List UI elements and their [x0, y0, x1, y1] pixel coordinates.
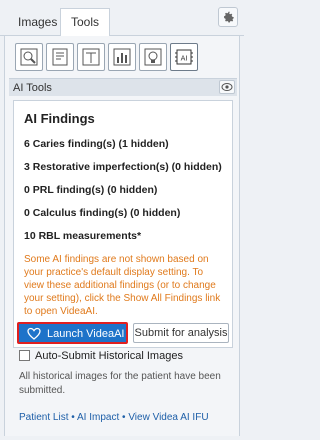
measure-icon	[82, 48, 100, 66]
launch-label: Launch VideaAI	[47, 328, 125, 340]
measure-tool[interactable]	[77, 43, 105, 71]
finding-prl: 0 PRL finding(s) (0 hidden)	[24, 184, 158, 196]
submit-analysis-button[interactable]: Submit for analysis	[133, 323, 229, 343]
tooth-search-icon	[20, 48, 38, 66]
ai-tools-title: AI Tools	[13, 82, 52, 94]
footer-links: Patient List • AI Impact • View Videa AI…	[19, 412, 209, 423]
report-tool[interactable]	[46, 43, 74, 71]
launch-videaai-button[interactable]: Launch VideaAI	[17, 322, 128, 344]
auto-submit-checkbox[interactable]	[19, 350, 30, 361]
ai-findings-card: AI Findings 6 Caries finding(s) (1 hidde…	[13, 100, 233, 348]
tab-tools[interactable]: Tools	[60, 8, 111, 37]
link-videa-ifu[interactable]: View Videa AI IFU	[128, 412, 208, 423]
lightbulb-tool[interactable]	[139, 43, 167, 71]
auto-submit-label: Auto-Submit Historical Images	[35, 350, 183, 362]
link-ai-impact[interactable]: AI Impact	[77, 412, 119, 423]
footer-separator: •	[68, 412, 77, 423]
link-patient-list[interactable]: Patient List	[19, 412, 68, 423]
lightbulb-icon	[144, 48, 162, 66]
findings-note: Some AI findings are not shown based on …	[24, 254, 221, 317]
gear-icon	[224, 11, 235, 23]
eye-icon	[221, 83, 233, 91]
chart-icon	[113, 48, 131, 66]
tooth-search-tool[interactable]	[15, 43, 43, 71]
svg-text:AI: AI	[181, 55, 188, 63]
tools-panel: AI AI Tools AI Findings 6 Caries finding…	[4, 36, 240, 436]
finding-restorative: 3 Restorative imperfection(s) (0 hidden)	[24, 161, 222, 173]
visibility-toggle[interactable]	[219, 80, 235, 94]
settings-button[interactable]	[218, 7, 238, 27]
top-tabbar: Images Tools	[0, 0, 244, 37]
history-note: All historical images for the patient ha…	[19, 371, 221, 396]
finding-calculus: 0 Calculus finding(s) (0 hidden)	[24, 207, 181, 219]
ai-chip-icon: AI	[175, 49, 193, 65]
report-icon	[52, 48, 68, 66]
ai-findings-title: AI Findings	[24, 111, 95, 126]
auto-submit-row[interactable]: Auto-Submit Historical Images	[19, 350, 183, 362]
chart-tool[interactable]	[108, 43, 136, 71]
ai-tool[interactable]: AI	[170, 43, 198, 71]
heart-tooth-icon	[27, 327, 41, 340]
footer-separator: •	[119, 412, 129, 423]
ai-tools-header: AI Tools	[9, 78, 237, 96]
finding-rbl: 10 RBL measurements*	[24, 230, 142, 242]
finding-caries: 6 Caries finding(s) (1 hidden)	[24, 138, 169, 150]
